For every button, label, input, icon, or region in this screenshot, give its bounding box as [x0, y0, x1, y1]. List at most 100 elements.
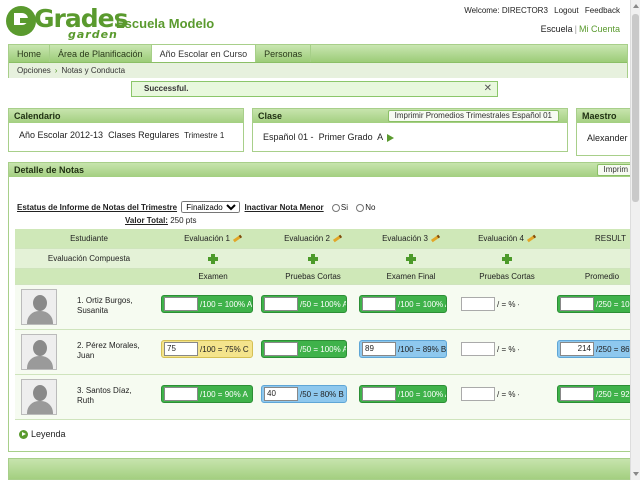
- tab-ano-escolar[interactable]: Año Escolar en Curso: [151, 45, 257, 62]
- leyenda-label: Leyenda: [31, 429, 66, 439]
- grade-cell: / = % ---: [459, 295, 519, 313]
- clase-grade: Primer Grado: [318, 132, 373, 142]
- grade-result: /100 = 100% A: [200, 299, 253, 309]
- grade-input[interactable]: 90: [164, 387, 198, 401]
- subcol-examen-final: Examen Final: [386, 272, 436, 281]
- result-cell: 214/250 = 86%: [557, 340, 640, 358]
- col-evaluacion-3[interactable]: Evaluación 3: [363, 229, 459, 248]
- scroll-down-icon[interactable]: [633, 472, 639, 476]
- grade-result: / = % ---: [497, 299, 519, 309]
- grade-input[interactable]: 100: [362, 387, 396, 401]
- grade-result: /100 = 100% A: [398, 299, 447, 309]
- grade-result: /50 = 100% A: [300, 344, 347, 354]
- grade-result: /100 = 75% C: [200, 344, 249, 354]
- col-evaluacion-1[interactable]: Evaluación 1: [163, 229, 263, 248]
- add-icon[interactable]: [406, 253, 416, 264]
- scrollbar-thumb[interactable]: [632, 14, 639, 202]
- result-cell: 250/250 = 100%: [557, 295, 640, 313]
- grade-input[interactable]: 50: [264, 297, 298, 311]
- grade-result: /50 = 80% B: [300, 389, 344, 399]
- pencil-icon[interactable]: [430, 234, 440, 243]
- tab-personas[interactable]: Personas: [256, 45, 312, 62]
- col-evaluacion-4[interactable]: Evaluación 4: [459, 229, 555, 248]
- add-icon[interactable]: [308, 253, 318, 264]
- col-evaluacion-2[interactable]: Evaluación 2: [263, 229, 363, 248]
- close-icon[interactable]: ✕: [484, 82, 492, 96]
- valor-total: Valor Total: 250 pts: [125, 216, 196, 225]
- avatar: [21, 334, 57, 370]
- logout-link[interactable]: Logout: [554, 6, 578, 15]
- grade-input[interactable]: 50: [264, 342, 298, 356]
- student-rows: 1. Ortiz Burgos, Susanita 100/100 = 100% …: [15, 285, 640, 420]
- add-icon[interactable]: [502, 253, 512, 264]
- tab-area-planificacion[interactable]: Área de Planificación: [50, 45, 152, 62]
- clase-panel: Clase Imprimir Promedios Trimestrales Es…: [252, 108, 568, 152]
- subcol-promedio: Promedio: [584, 272, 620, 281]
- success-text: Successful.: [144, 84, 189, 93]
- grade-cell: 50/50 = 100% A: [261, 340, 347, 358]
- grade-cell: 100/100 = 100% A: [359, 385, 447, 403]
- mi-cuenta-link[interactable]: Mi Cuenta: [579, 24, 620, 34]
- grade-input[interactable]: [461, 297, 495, 311]
- detalle-evaluaciones-panel: [8, 458, 634, 480]
- grade-input[interactable]: 75: [164, 342, 198, 356]
- vertical-scrollbar[interactable]: [630, 0, 640, 480]
- grades-garden-logo[interactable]: Grades garden: [6, 4, 128, 41]
- student-name: 3. Santos Díaz, Ruth: [77, 386, 132, 405]
- maestro-title: Maestro: [577, 109, 633, 123]
- pencil-icon[interactable]: [526, 234, 536, 243]
- grade-result: /100 = 100% A: [398, 389, 447, 399]
- breadcrumb-opciones[interactable]: Opciones: [17, 66, 51, 75]
- print-promedios-button[interactable]: Imprimir Promedios Trimestrales Español …: [387, 110, 559, 122]
- grades-table: Estudiante Evaluación 1 Evaluación 2 Eva…: [15, 229, 640, 420]
- result-input[interactable]: 230: [560, 387, 594, 401]
- grade-cell: 100/100 = 100% A: [359, 295, 447, 313]
- table-row: 3. Santos Díaz, Ruth 90/100 = 90% A 40/50 …: [15, 375, 640, 420]
- leyenda-toggle[interactable]: Leyenda: [19, 429, 66, 439]
- calendario-panel: Calendario Año Escolar 2012-13 Clases Re…: [8, 108, 244, 152]
- grade-input[interactable]: [461, 342, 495, 356]
- grade-cell: 89/100 = 89% B: [359, 340, 447, 358]
- grade-cell: / = % ---: [459, 340, 519, 358]
- result-input[interactable]: 214: [560, 342, 594, 356]
- col-estudiante: Estudiante: [70, 234, 108, 243]
- pencil-icon[interactable]: [332, 234, 342, 243]
- clase-name: Español 01 -: [263, 132, 314, 142]
- user-links: Welcome: DIRECTOR3 Logout Feedback: [460, 6, 620, 15]
- grade-cell: 40/50 = 80% B: [261, 385, 347, 403]
- radio-no[interactable]: [356, 203, 365, 212]
- grade-input[interactable]: 100: [164, 297, 198, 311]
- grade-result: /100 = 89% B: [398, 344, 447, 354]
- grade-cell: 90/100 = 90% A: [161, 385, 253, 403]
- grade-input[interactable]: 100: [362, 297, 396, 311]
- radio-si[interactable]: [331, 203, 340, 212]
- nav-tabs: Home Área de Planificación Año Escolar e…: [9, 45, 627, 63]
- scroll-up-icon[interactable]: [633, 4, 639, 8]
- status-select[interactable]: Finalizado: [181, 201, 241, 213]
- grade-result: / = % ---: [497, 389, 519, 399]
- grade-cell: 100/100 = 100% A: [161, 295, 253, 313]
- pencil-icon[interactable]: [232, 234, 242, 243]
- clase-title: Clase: [258, 111, 283, 121]
- tab-home[interactable]: Home: [9, 45, 51, 62]
- calendario-trimester: Trimestre 1: [184, 131, 225, 140]
- table-header-row: Estudiante Evaluación 1 Evaluación 2 Eva…: [15, 229, 640, 249]
- avatar: [21, 289, 57, 325]
- go-arrow-icon[interactable]: [387, 133, 395, 142]
- result-cell: 230/250 = 92%: [557, 385, 640, 403]
- app-header: Grades garden Escuela Modelo Welcome: DI…: [0, 0, 640, 44]
- breadcrumb-notas[interactable]: Notas y Conducta: [61, 66, 125, 75]
- subcolumn-header-row: Examen Pruebas Cortas Examen Final Prueb…: [15, 269, 640, 285]
- add-icon[interactable]: [208, 253, 218, 264]
- grade-result: / = % ---: [497, 344, 519, 354]
- detalle-title: Detalle de Notas: [14, 165, 85, 175]
- grade-input[interactable]: [461, 387, 495, 401]
- result-input[interactable]: 250: [560, 297, 594, 311]
- escuela-link[interactable]: Escuela: [541, 24, 573, 34]
- feedback-link[interactable]: Feedback: [585, 6, 620, 15]
- breadcrumb-arrow-icon: ›: [54, 66, 58, 75]
- welcome-text: Welcome: DIRECTOR3: [464, 6, 548, 15]
- grade-input[interactable]: 40: [264, 387, 298, 401]
- calendario-classes: Clases Regulares: [108, 130, 180, 140]
- grade-input[interactable]: 89: [362, 342, 396, 356]
